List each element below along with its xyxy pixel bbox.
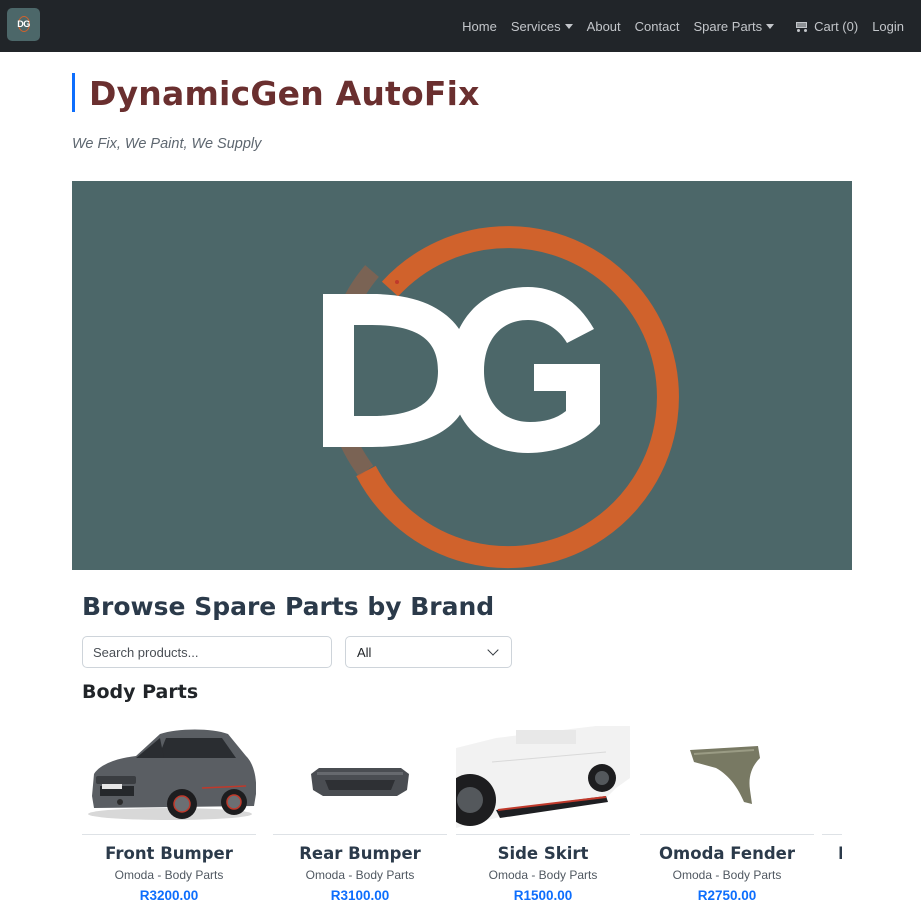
chevron-down-icon — [487, 644, 499, 656]
product-card[interactable]: Omoda Fender Omoda - Body Parts R2750.00 — [640, 718, 814, 908]
product-card-partial[interactable]: I — [822, 718, 842, 908]
brand-logo[interactable]: DG — [7, 8, 40, 41]
product-subtitle: Omoda - Body Parts — [672, 868, 782, 882]
caret-down-icon — [766, 23, 775, 29]
product-name: I — [838, 844, 842, 863]
product-image — [273, 718, 447, 834]
caret-down-icon — [564, 23, 573, 29]
top-navbar: DG Home Services About Contact Spare Par… — [0, 0, 921, 52]
nav-cart[interactable]: Cart (0) — [787, 19, 865, 34]
nav-services-label: Services — [510, 18, 561, 34]
product-price: R1500.00 — [513, 888, 573, 903]
product-subtitle: Omoda - Body Parts — [305, 868, 415, 882]
product-name: Side Skirt — [497, 844, 589, 863]
product-name: Front Bumper — [105, 844, 233, 863]
logo-text: DG — [17, 19, 30, 29]
product-name: Omoda Fender — [659, 844, 795, 863]
category-title: Body Parts — [82, 681, 199, 703]
nav-about[interactable]: About — [580, 19, 628, 34]
product-subtitle: Omoda - Body Parts — [488, 868, 598, 882]
hero-banner — [72, 181, 852, 570]
site-tagline: We Fix, We Paint, We Supply — [72, 136, 262, 152]
brand-filter-select[interactable]: All — [345, 636, 512, 668]
product-search-input[interactable] — [82, 636, 332, 668]
product-price: R3100.00 — [330, 888, 390, 903]
nav-login[interactable]: Login — [865, 19, 911, 34]
browse-title: Browse Spare Parts by Brand — [82, 592, 495, 621]
card-divider — [822, 834, 842, 835]
product-image — [640, 718, 814, 834]
product-card[interactable]: Rear Bumper Omoda - Body Parts R3100.00 — [273, 718, 447, 908]
product-price: R2750.00 — [697, 888, 757, 903]
nav-contact[interactable]: Contact — [628, 19, 687, 34]
nav-spare-parts-label: Spare Parts — [693, 18, 763, 34]
product-card[interactable]: Front Bumper Omoda - Body Parts R3200.00 — [82, 718, 256, 908]
nav-services-dropdown[interactable]: Services — [504, 19, 580, 34]
title-accent-bar — [72, 73, 75, 112]
product-image — [82, 718, 256, 834]
cart-label: Cart (0) — [814, 18, 859, 34]
product-name: Rear Bumper — [299, 844, 421, 863]
nav-home[interactable]: Home — [455, 19, 504, 34]
card-divider — [82, 834, 256, 835]
cart-icon — [794, 21, 808, 32]
nav-links: Home Services About Contact Spare Parts … — [455, 0, 911, 52]
dg-logo-image — [323, 226, 679, 569]
product-image — [456, 718, 630, 834]
brand-filter-value: All — [357, 645, 372, 660]
nav-spare-parts-dropdown[interactable]: Spare Parts — [686, 19, 781, 34]
product-card[interactable]: Side Skirt Omoda - Body Parts R1500.00 — [456, 718, 630, 908]
card-divider — [640, 834, 814, 835]
card-divider — [273, 834, 447, 835]
product-price: R3200.00 — [139, 888, 199, 903]
product-subtitle: Omoda - Body Parts — [114, 868, 224, 882]
site-title: DynamicGen AutoFix — [89, 74, 480, 113]
card-divider — [456, 834, 630, 835]
